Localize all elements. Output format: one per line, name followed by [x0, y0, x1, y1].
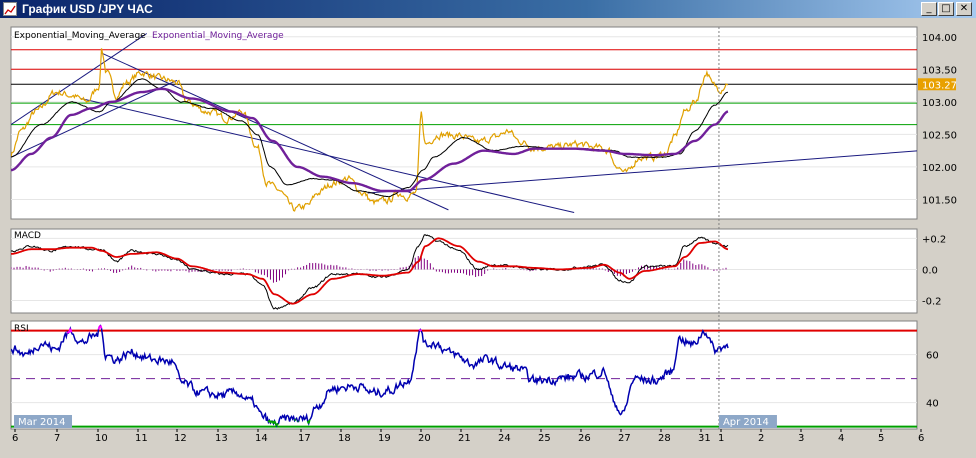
time-label: 2	[758, 433, 764, 444]
rsi-overbought-mark	[97, 326, 101, 330]
rsi-oversold-mark	[269, 420, 273, 424]
rsi-oversold-mark	[273, 420, 277, 424]
time-label: 19	[378, 433, 391, 444]
rsi-axis: 60 40	[926, 351, 939, 410]
time-label: 21	[458, 433, 471, 444]
time-label: 6	[12, 433, 18, 444]
time-label: 18	[338, 433, 351, 444]
time-label: 10	[95, 433, 108, 444]
price-legend-2: Exponential_Moving_Average	[152, 31, 284, 41]
time-label: 25	[538, 433, 551, 444]
macd-axis: +0.2 0.0 -0.2	[922, 234, 946, 307]
price-axis: 104.00 103.50 103.00 102.50 102.00 101.5…	[922, 33, 957, 207]
time-label: 6	[918, 433, 924, 444]
time-label: 27	[618, 433, 631, 444]
rsi-overbought-mark	[419, 329, 423, 332]
macd-legend: MACD	[14, 231, 41, 241]
time-label: 4	[838, 433, 844, 444]
chart-area[interactable]: Exponential_Moving_Average Exponential_M…	[0, 18, 976, 458]
time-axis: 6 7 10 11 12 13 14 17 18 19 20 21 24 25 26 27 28 31 1 2 3 4 5 6	[12, 429, 924, 444]
rsi-overbought-mark	[99, 325, 103, 329]
price-tick: 103.00	[922, 98, 957, 109]
macd-tick: 0.0	[922, 265, 938, 276]
rsi-overbought-mark	[67, 331, 71, 334]
close-button[interactable]: ✕	[956, 2, 972, 16]
rsi-oversold-mark	[307, 419, 311, 424]
current-price-text: 103.27	[922, 80, 957, 91]
price-panel	[10, 26, 918, 220]
time-label: 11	[135, 433, 148, 444]
price-tick: 101.50	[922, 195, 957, 206]
maximize-button[interactable]: □	[938, 2, 954, 16]
rsi-tick: 60	[926, 351, 939, 362]
rsi-oversold-mark	[293, 418, 297, 422]
macd-tick: -0.2	[922, 297, 942, 308]
current-price-label: 103.27	[918, 78, 957, 91]
month-marker-mar: Mar 2014	[18, 417, 66, 428]
time-label: 28	[658, 433, 671, 444]
time-label: 20	[418, 433, 431, 444]
time-label: 13	[215, 433, 228, 444]
price-tick: 102.50	[922, 130, 957, 141]
minimize-button[interactable]: _	[921, 2, 937, 16]
window-title: График USD /JPY ЧАС	[22, 2, 153, 16]
time-label: 3	[798, 433, 804, 444]
time-label: 7	[54, 433, 60, 444]
window-titlebar[interactable]: График USD /JPY ЧАС _ □ ✕	[0, 0, 976, 18]
chart-window: График USD /JPY ЧАС _ □ ✕ Exponential_Mo…	[0, 0, 976, 458]
time-label: 5	[878, 433, 884, 444]
time-label: 26	[578, 433, 591, 444]
time-label: 31	[698, 433, 711, 444]
price-tick: 103.50	[922, 65, 957, 76]
price-tick: 104.00	[922, 33, 957, 44]
price-tick: 102.00	[922, 163, 957, 174]
time-label: 24	[498, 433, 511, 444]
rsi-panel	[10, 320, 918, 430]
rsi-overbought-mark	[69, 328, 73, 333]
month-marker-apr: Apr 2014	[723, 417, 769, 428]
time-label: 14	[255, 433, 268, 444]
rsi-legend: RSI	[14, 324, 29, 334]
rsi-tick: 40	[926, 399, 939, 410]
macd-tick: +0.2	[922, 234, 946, 245]
chart-app-icon	[3, 2, 17, 16]
time-label: 17	[298, 433, 311, 444]
time-label: 12	[174, 433, 187, 444]
price-legend-1: Exponential_Moving_Average	[14, 31, 146, 41]
rsi-oversold-mark	[275, 423, 279, 427]
time-label: 1	[718, 433, 724, 444]
